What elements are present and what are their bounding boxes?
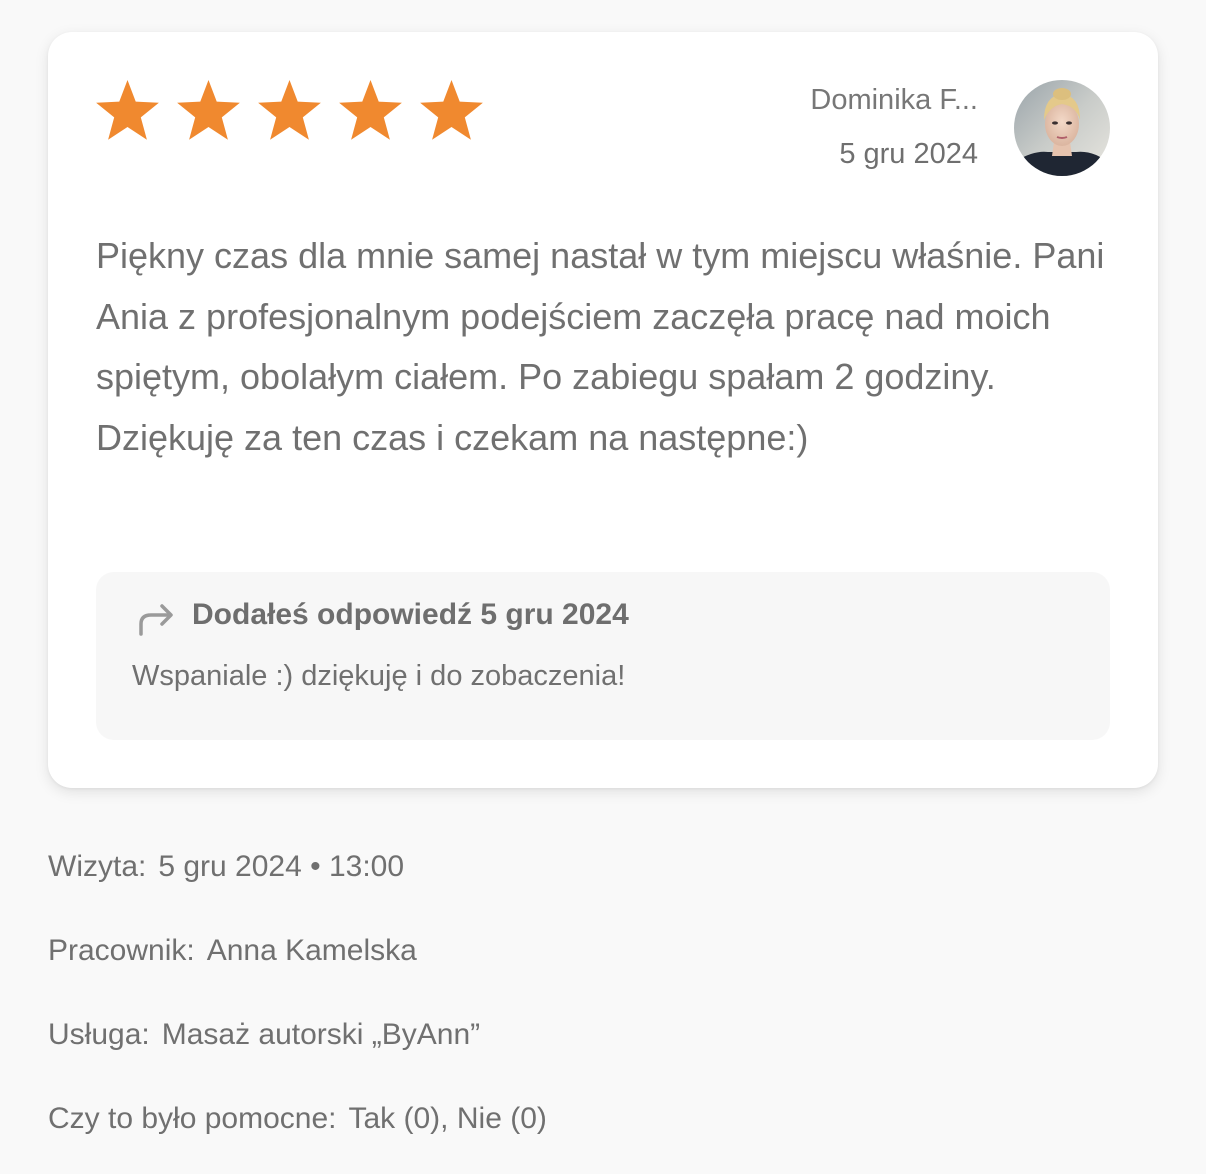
reply-text: Wspaniale :) dziękuję i do zobaczenia! [132, 660, 626, 692]
review-card: Dominika F... 5 gru 2024 Piękny czas dla… [48, 32, 1158, 788]
author-name: Dominika F... [810, 84, 978, 116]
star-icon [418, 78, 485, 142]
star-icon [337, 78, 404, 142]
avatar [1014, 80, 1110, 176]
employee-row: Pracownik: Anna Kamelska [48, 934, 417, 968]
helpful-yes-link[interactable]: Tak (0) [348, 1102, 440, 1135]
helpful-label: Czy to było pomocne: [48, 1102, 337, 1135]
star-icon [94, 78, 161, 142]
review-author: Dominika F... 5 gru 2024 [810, 82, 978, 172]
employee-value: Anna Kamelska [206, 934, 417, 967]
service-label: Usługa: [48, 1018, 150, 1051]
reply-arrow-icon [136, 602, 176, 636]
star-icon [175, 78, 242, 142]
employee-label: Pracownik: [48, 934, 195, 967]
review-text: Piękny czas dla mnie samej nastał w tym … [96, 235, 1105, 458]
reply-label: Dodałeś odpowiedź 5 gru 2024 [192, 598, 629, 631]
helpful-row: Czy to było pomocne: Tak (0), Nie (0) [48, 1102, 547, 1136]
owner-reply: Dodałeś odpowiedź 5 gru 2024 Wspaniale :… [96, 572, 1110, 740]
visit-label: Wizyta: [48, 850, 147, 883]
visit-value: 5 gru 2024 • 13:00 [158, 850, 405, 883]
helpful-separator: , [440, 1102, 449, 1135]
reply-header: Dodałeś odpowiedź 5 gru 2024 [136, 594, 629, 636]
visit-row: Wizyta: 5 gru 2024 • 13:00 [48, 850, 404, 884]
helpful-no-link[interactable]: Nie (0) [457, 1102, 547, 1135]
service-value: Masaż autorski „ByAnn” [161, 1018, 481, 1051]
review-date: 5 gru 2024 [839, 138, 978, 170]
star-rating [94, 78, 485, 142]
star-icon [256, 78, 323, 142]
service-row: Usługa: Masaż autorski „ByAnn” [48, 1018, 480, 1052]
